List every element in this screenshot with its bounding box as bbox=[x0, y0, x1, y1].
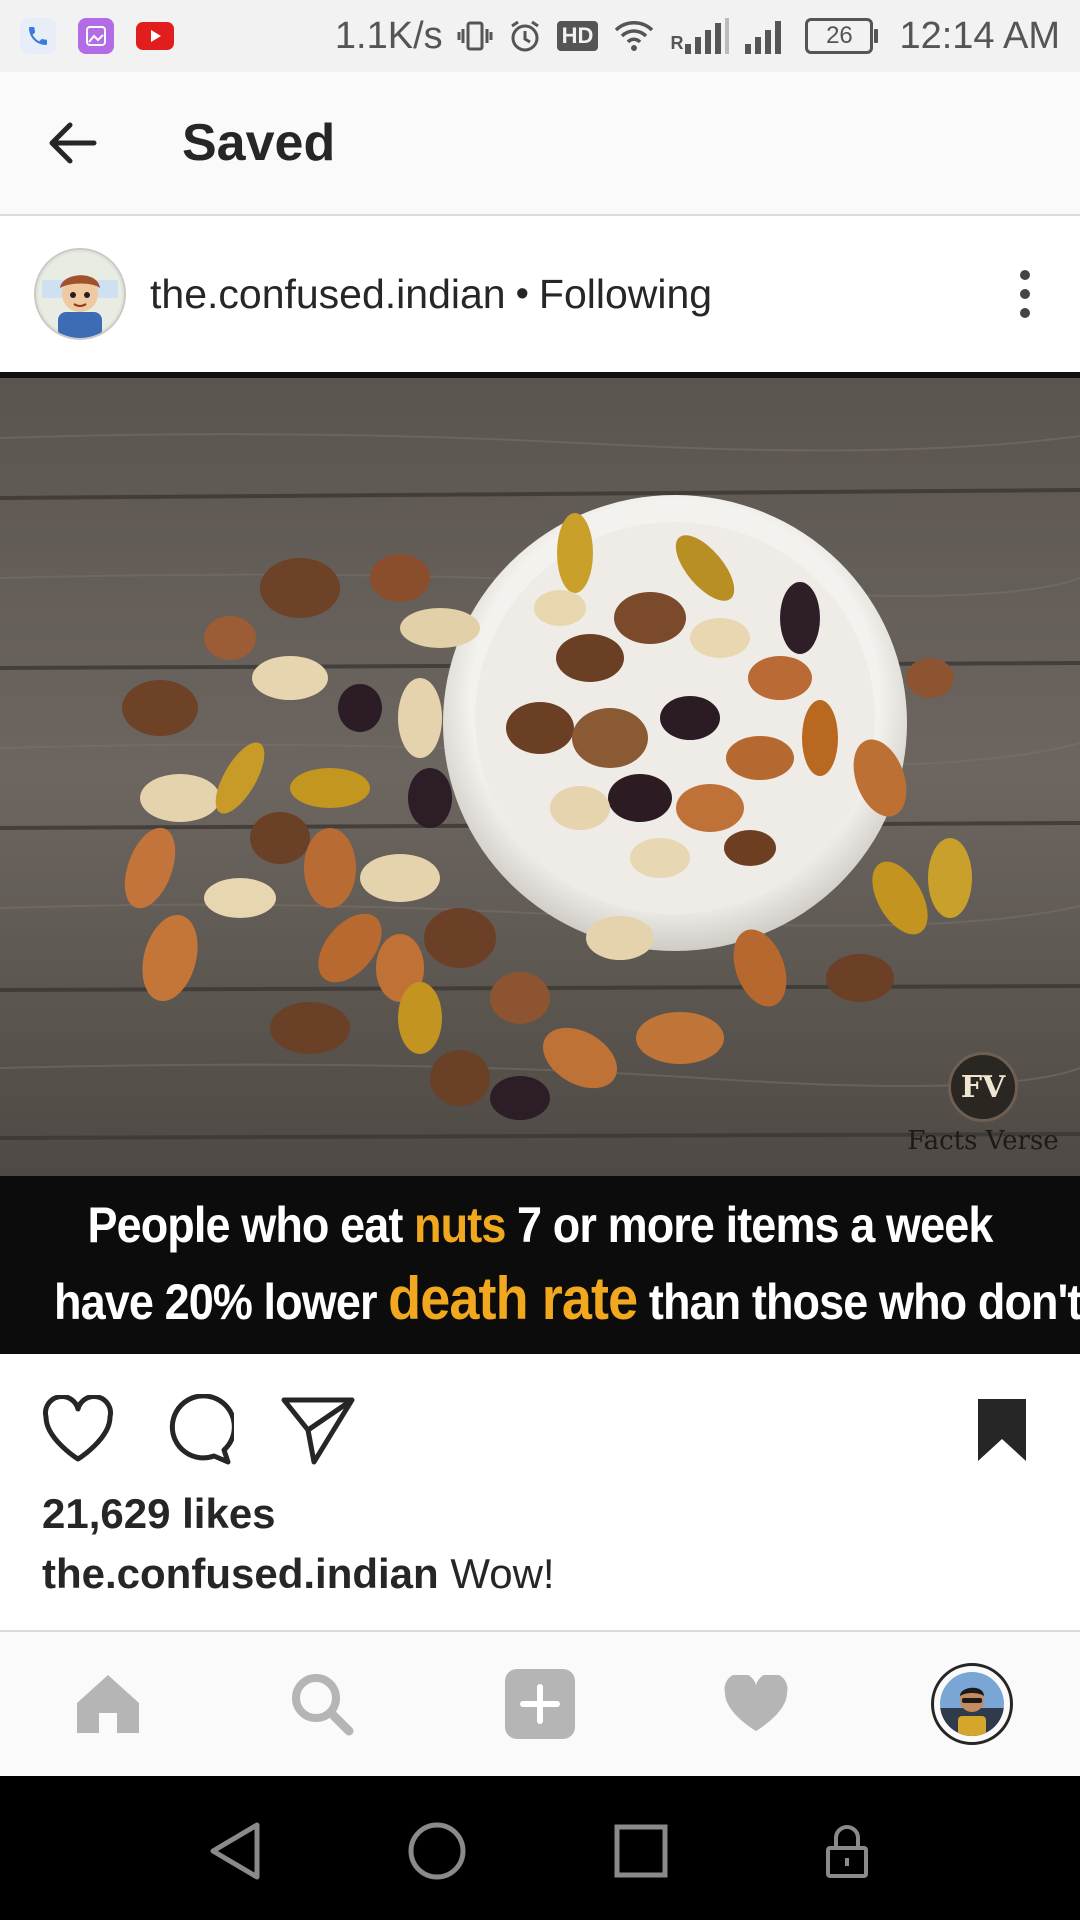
post-header: the.confused.indian • Following bbox=[0, 216, 1080, 372]
back-triangle-icon[interactable] bbox=[200, 1816, 270, 1886]
bookmark-icon[interactable] bbox=[962, 1390, 1042, 1470]
caption-text: People who eat bbox=[87, 1197, 415, 1253]
caption-text: than those who don't. bbox=[637, 1274, 1080, 1330]
image-caption-line-1: People who eat nuts 7 or more items a we… bbox=[54, 1188, 1026, 1262]
lock-icon[interactable] bbox=[812, 1816, 882, 1886]
more-vertical-icon[interactable] bbox=[1010, 264, 1040, 324]
search-icon[interactable] bbox=[280, 1662, 364, 1746]
image-caption-band: People who eat nuts 7 or more items a we… bbox=[0, 1176, 1080, 1354]
system-navigation-bar bbox=[0, 1776, 1080, 1920]
likes-count[interactable]: 21,629 likes bbox=[42, 1490, 276, 1538]
signal-icon bbox=[745, 21, 782, 54]
caption-highlight: death rate bbox=[388, 1265, 638, 1332]
home-circle-icon[interactable] bbox=[402, 1816, 472, 1886]
net-speed: 1.1K/s bbox=[334, 14, 443, 57]
caption-highlight: nuts bbox=[414, 1197, 506, 1253]
post-action-bar bbox=[0, 1354, 1080, 1490]
clock: 12:14 AM bbox=[899, 14, 1060, 57]
watermark-text: Facts Verse bbox=[907, 1126, 1059, 1156]
activity-heart-icon[interactable] bbox=[714, 1662, 798, 1746]
system-indicators: 1.1K/s HD R 26 12:14 AM bbox=[335, 15, 1060, 58]
post-caption: the.confused.indian Wow! bbox=[42, 1550, 555, 1598]
comment-icon[interactable] bbox=[158, 1390, 238, 1470]
back-arrow-icon[interactable] bbox=[42, 113, 102, 173]
battery-icon: 26 bbox=[805, 18, 879, 54]
gallery-icon bbox=[78, 18, 114, 54]
follow-status[interactable]: Following bbox=[539, 271, 712, 318]
caption-username[interactable]: the.confused.indian bbox=[42, 1550, 439, 1597]
facts-verse-watermark: FV Facts Verse bbox=[907, 1052, 1059, 1156]
bottom-nav bbox=[0, 1630, 1080, 1776]
profile-picture bbox=[940, 1672, 1004, 1736]
status-bar: 1.1K/s HD R 26 12:14 AM bbox=[0, 0, 1080, 72]
image-caption-line-2: have 20% lower death rate than those who… bbox=[54, 1262, 1080, 1339]
heart-icon[interactable] bbox=[38, 1390, 118, 1470]
alarm-icon bbox=[510, 20, 539, 52]
caption-text: 7 or more items a week bbox=[505, 1197, 993, 1253]
phone-icon bbox=[20, 18, 56, 54]
share-icon[interactable] bbox=[278, 1390, 358, 1470]
page-title: Saved bbox=[182, 114, 336, 172]
youtube-icon bbox=[136, 22, 174, 50]
add-post-icon[interactable] bbox=[498, 1662, 582, 1746]
recents-square-icon[interactable] bbox=[606, 1816, 676, 1886]
caption-text: have 20% lower bbox=[54, 1274, 389, 1330]
caption-text: Wow! bbox=[450, 1550, 555, 1597]
home-icon[interactable] bbox=[66, 1662, 150, 1746]
watermark-badge: FV bbox=[948, 1052, 1018, 1122]
post-username[interactable]: the.confused.indian bbox=[150, 271, 506, 318]
roaming-label: R bbox=[670, 33, 684, 53]
profile-ring bbox=[931, 1663, 1013, 1745]
app-header: Saved bbox=[0, 72, 1080, 216]
signal-icon: R bbox=[670, 18, 731, 54]
profile-avatar[interactable] bbox=[930, 1662, 1014, 1746]
user-avatar[interactable] bbox=[34, 248, 126, 340]
wifi-icon bbox=[615, 21, 654, 51]
vibrate-icon bbox=[457, 21, 493, 51]
hd-icon: HD bbox=[556, 21, 599, 51]
separator-dot: • bbox=[515, 272, 529, 315]
notification-icons bbox=[20, 18, 174, 54]
post-image[interactable]: FV Facts Verse People who eat nuts 7 or … bbox=[0, 372, 1080, 1354]
